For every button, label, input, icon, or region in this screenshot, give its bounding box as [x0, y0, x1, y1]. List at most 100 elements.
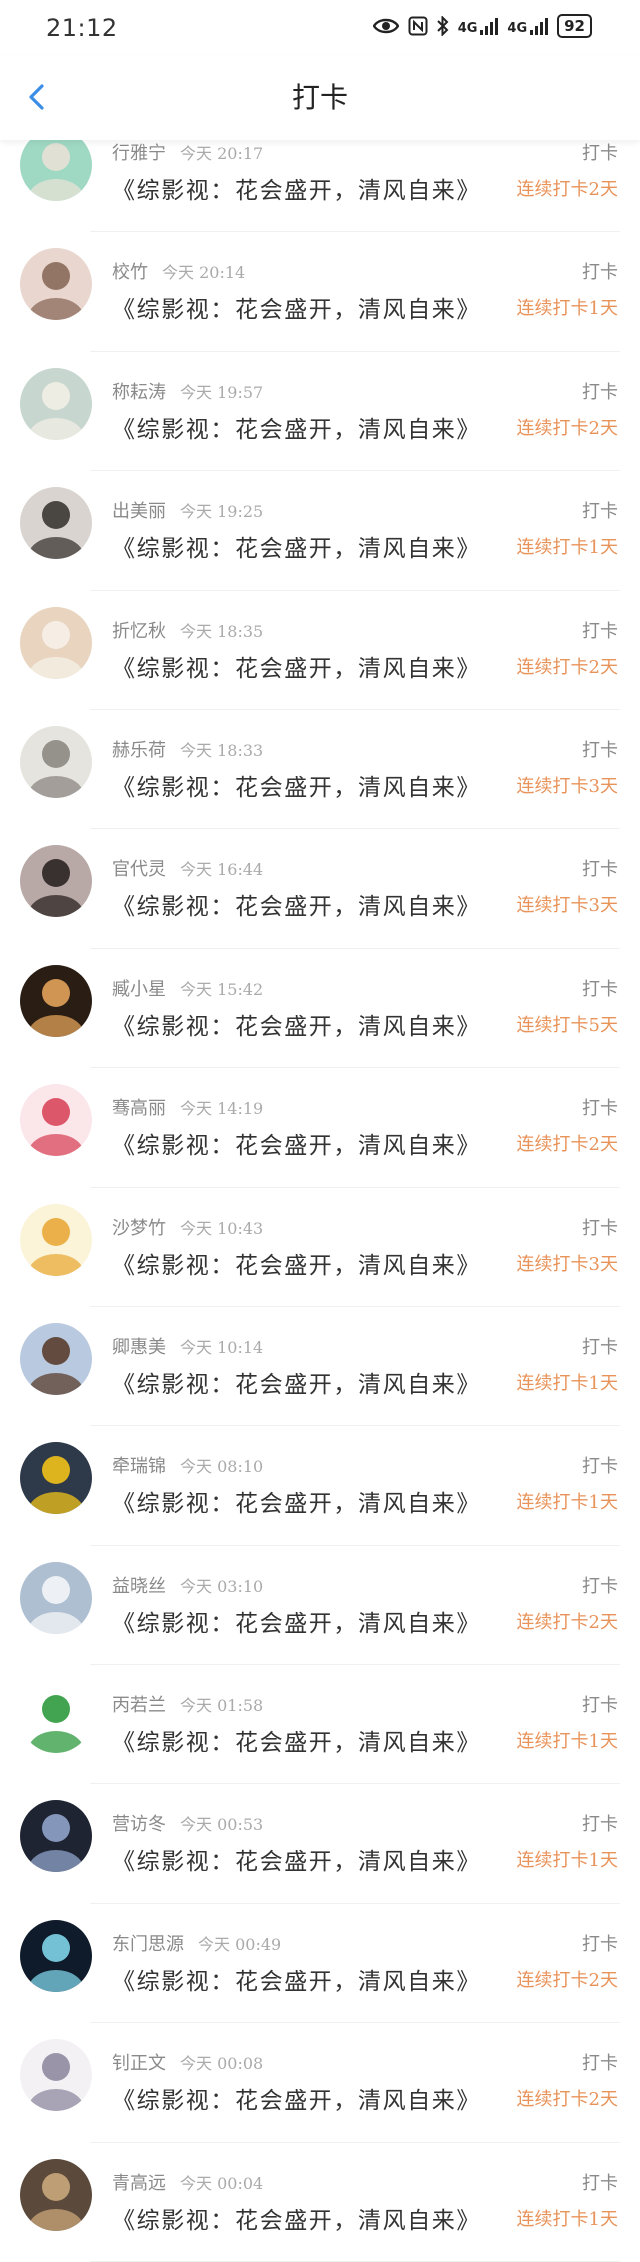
- checkin-action-label: 打卡: [582, 859, 618, 881]
- streak-label: 连续打卡1天: [516, 1492, 618, 1514]
- book-title[interactable]: 《综影视：花会盛开，清风自来》: [112, 768, 481, 802]
- book-title[interactable]: 《综影视：花会盛开，清风自来》: [112, 1365, 481, 1399]
- checkin-action-label: 打卡: [582, 381, 618, 403]
- checkin-item[interactable]: 卿惠美 今天 10:14 打卡 《综影视：花会盛开，清风自来》 连续打卡1天: [0, 1307, 640, 1427]
- avatar[interactable]: [20, 2158, 92, 2231]
- book-title[interactable]: 《综影视：花会盛开，清风自来》: [112, 290, 481, 324]
- avatar[interactable]: [20, 1561, 92, 1634]
- checkin-item[interactable]: 臧小星 今天 15:42 打卡 《综影视：花会盛开，清风自来》 连续打卡5天: [0, 949, 640, 1069]
- checkin-action-label: 打卡: [582, 620, 618, 642]
- book-title[interactable]: 《综影视：花会盛开，清风自来》: [112, 171, 481, 205]
- checkin-action-label: 打卡: [582, 262, 618, 284]
- user-name[interactable]: 臧小星: [112, 979, 166, 1000]
- user-name-row: 东门思源 今天 00:49: [112, 1930, 281, 1956]
- eye-icon: [372, 18, 399, 34]
- checkin-action-label: 打卡: [582, 1456, 618, 1478]
- streak-label: 连续打卡1天: [516, 2208, 618, 2230]
- book-title[interactable]: 《综影视：花会盛开，清风自来》: [112, 2201, 481, 2235]
- avatar[interactable]: [20, 725, 92, 798]
- checkin-item[interactable]: 东门思源 今天 00:49 打卡 《综影视：花会盛开，清风自来》 连续打卡2天: [0, 1904, 640, 2024]
- user-name[interactable]: 东门思源: [112, 1934, 184, 1955]
- user-name[interactable]: 折忆秋: [112, 621, 166, 642]
- user-name[interactable]: 丙若兰: [112, 1695, 166, 1716]
- book-title[interactable]: 《综影视：花会盛开，清风自来》: [112, 1246, 481, 1280]
- book-title[interactable]: 《综影视：花会盛开，清风自来》: [112, 529, 481, 563]
- book-title[interactable]: 《综影视：花会盛开，清风自来》: [112, 1484, 481, 1518]
- user-name[interactable]: 官代灵: [112, 859, 166, 880]
- checkin-action-label: 打卡: [582, 1575, 618, 1597]
- book-title[interactable]: 《综影视：花会盛开，清风自来》: [112, 649, 481, 683]
- checkin-item[interactable]: 青高远 今天 00:04 打卡 《综影视：花会盛开，清风自来》 连续打卡1天: [0, 2143, 640, 2262]
- avatar[interactable]: [20, 1203, 92, 1276]
- avatar[interactable]: [20, 845, 92, 918]
- book-title[interactable]: 《综影视：花会盛开，清风自来》: [112, 1842, 481, 1876]
- avatar[interactable]: [20, 1919, 92, 1992]
- checkin-time: 今天 10:43: [180, 1218, 264, 1238]
- book-title[interactable]: 《综影视：花会盛开，清风自来》: [112, 887, 481, 921]
- status-icons: 4G 4G 92: [372, 14, 592, 38]
- user-name-row: 益晓丝 今天 03:10: [112, 1572, 263, 1598]
- user-name[interactable]: 行雅宁: [112, 143, 166, 164]
- user-name[interactable]: 赫乐荷: [112, 740, 166, 761]
- avatar[interactable]: [20, 1322, 92, 1395]
- user-name[interactable]: 骞高丽: [112, 1098, 166, 1119]
- checkin-item[interactable]: 益晓丝 今天 03:10 打卡 《综影视：花会盛开，清风自来》 连续打卡2天: [0, 1546, 640, 1666]
- user-name-row: 折忆秋 今天 18:35: [112, 617, 263, 643]
- checkin-time: 今天 18:35: [180, 621, 264, 641]
- avatar[interactable]: [20, 487, 92, 560]
- checkin-item[interactable]: 出美丽 今天 19:25 打卡 《综影视：花会盛开，清风自来》 连续打卡1天: [0, 471, 640, 591]
- user-name[interactable]: 营访冬: [112, 1814, 166, 1835]
- avatar[interactable]: [20, 1800, 92, 1873]
- streak-label: 连续打卡1天: [516, 1372, 618, 1394]
- checkin-item[interactable]: 牵瑞锦 今天 08:10 打卡 《综影视：花会盛开，清风自来》 连续打卡1天: [0, 1426, 640, 1546]
- book-title[interactable]: 《综影视：花会盛开，清风自来》: [112, 1962, 481, 1996]
- book-title[interactable]: 《综影视：花会盛开，清风自来》: [112, 1604, 481, 1638]
- checkin-action-label: 打卡: [582, 739, 618, 761]
- avatar[interactable]: [20, 248, 92, 321]
- avatar[interactable]: [20, 606, 92, 679]
- streak-label: 连续打卡1天: [516, 1850, 618, 1872]
- avatar[interactable]: [20, 964, 92, 1037]
- user-name-row: 臧小星 今天 15:42: [112, 975, 263, 1001]
- checkin-item[interactable]: 骞高丽 今天 14:19 打卡 《综影视：花会盛开，清风自来》 连续打卡2天: [0, 1068, 640, 1188]
- user-name-row: 赫乐荷 今天 18:33: [112, 736, 263, 762]
- checkin-item[interactable]: 钊正文 今天 00:08 打卡 《综影视：花会盛开，清风自来》 连续打卡2天: [0, 2023, 640, 2143]
- user-name[interactable]: 出美丽: [112, 501, 166, 522]
- signal-icon-secondary: 4G: [507, 17, 549, 35]
- checkin-item[interactable]: 称耘涛 今天 19:57 打卡 《综影视：花会盛开，清风自来》 连续打卡2天: [0, 352, 640, 472]
- user-name[interactable]: 益晓丝: [112, 1576, 166, 1597]
- book-title[interactable]: 《综影视：花会盛开，清风自来》: [112, 410, 481, 444]
- user-name[interactable]: 牵瑞锦: [112, 1456, 166, 1477]
- user-name[interactable]: 校竹: [112, 262, 148, 283]
- avatar[interactable]: [20, 1442, 92, 1515]
- user-name[interactable]: 钊正文: [112, 2053, 166, 2074]
- book-title[interactable]: 《综影视：花会盛开，清风自来》: [112, 1126, 481, 1160]
- book-title[interactable]: 《综影视：花会盛开，清风自来》: [112, 2081, 481, 2115]
- user-name-row: 丙若兰 今天 01:58: [112, 1691, 263, 1717]
- checkin-time: 今天 19:57: [180, 382, 264, 402]
- user-name[interactable]: 青高远: [112, 2173, 166, 2194]
- page-title: 打卡: [291, 81, 348, 114]
- streak-label: 连续打卡3天: [516, 895, 618, 917]
- checkin-item[interactable]: 营访冬 今天 00:53 打卡 《综影视：花会盛开，清风自来》 连续打卡1天: [0, 1784, 640, 1904]
- checkin-item[interactable]: 丙若兰 今天 01:58 打卡 《综影视：花会盛开，清风自来》 连续打卡1天: [0, 1665, 640, 1785]
- checkin-item[interactable]: 赫乐荷 今天 18:33 打卡 《综影视：花会盛开，清风自来》 连续打卡3天: [0, 710, 640, 830]
- user-name[interactable]: 称耘涛: [112, 382, 166, 403]
- user-name[interactable]: 沙梦竹: [112, 1218, 166, 1239]
- checkin-action-label: 打卡: [582, 1933, 618, 1955]
- checkin-item[interactable]: 校竹 今天 20:14 打卡 《综影视：花会盛开，清风自来》 连续打卡1天: [0, 232, 640, 352]
- book-title[interactable]: 《综影视：花会盛开，清风自来》: [112, 1007, 481, 1041]
- checkin-item[interactable]: 沙梦竹 今天 10:43 打卡 《综影视：花会盛开，清风自来》 连续打卡3天: [0, 1188, 640, 1307]
- avatar[interactable]: [20, 367, 92, 440]
- avatar[interactable]: [20, 1681, 92, 1754]
- status-bar: 21:12 4G 4G 92: [0, 0, 640, 56]
- avatar[interactable]: [20, 2039, 92, 2112]
- checkin-time: 今天 20:14: [162, 263, 246, 283]
- book-title[interactable]: 《综影视：花会盛开，清风自来》: [112, 1723, 481, 1757]
- streak-label: 连续打卡5天: [516, 1014, 618, 1036]
- checkin-item[interactable]: 折忆秋 今天 18:35 打卡 《综影视：花会盛开，清风自来》 连续打卡2天: [0, 591, 640, 710]
- user-name[interactable]: 卿惠美: [112, 1337, 166, 1358]
- streak-label: 连续打卡1天: [516, 1731, 618, 1753]
- avatar[interactable]: [20, 1084, 92, 1157]
- checkin-item[interactable]: 官代灵 今天 16:44 打卡 《综影视：花会盛开，清风自来》 连续打卡3天: [0, 829, 640, 949]
